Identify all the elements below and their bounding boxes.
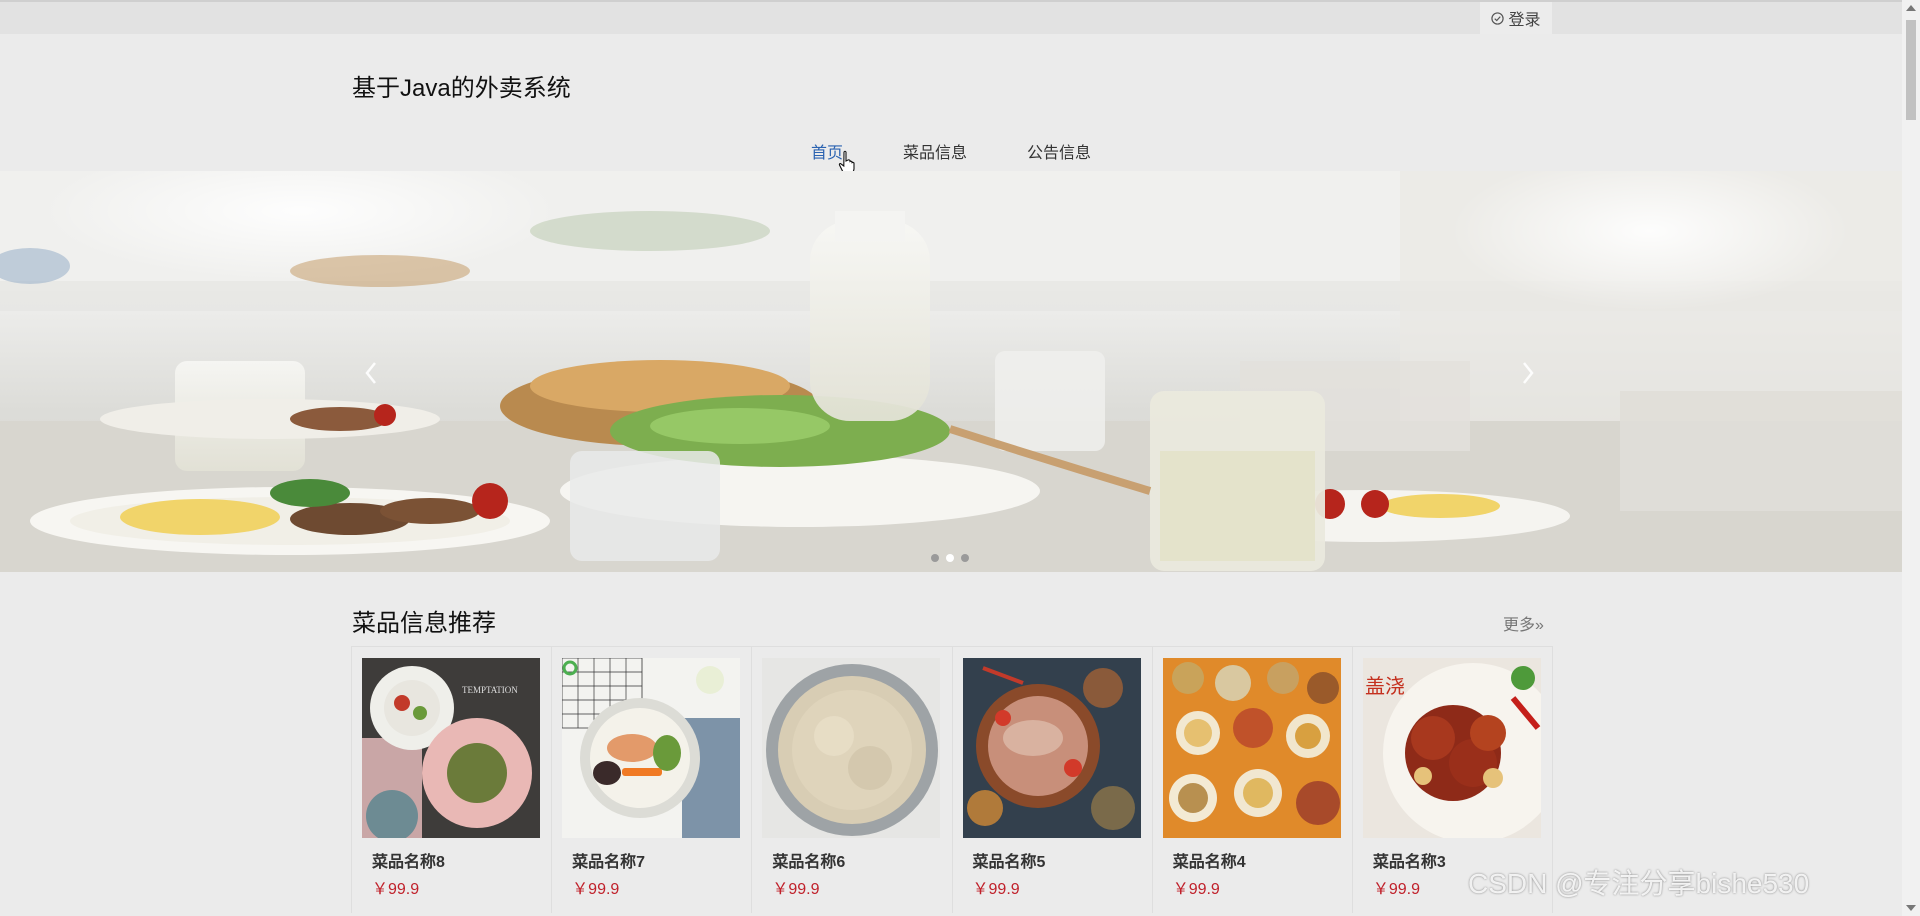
carousel-dot-3[interactable] (961, 554, 969, 562)
section-title: 菜品信息推荐 (352, 610, 496, 637)
carousel-prev-icon[interactable] (361, 359, 381, 387)
svg-text:盖浇: 盖浇 (1365, 674, 1405, 698)
dish-price: ￥99.9 (572, 881, 620, 898)
double-chevron-right-icon: » (1535, 617, 1544, 634)
site-header: 基于Java的外卖系统 首页 菜品信息 公告信息 (0, 34, 1902, 173)
carousel-dot-1[interactable] (931, 554, 939, 562)
scroll-up-icon[interactable] (1906, 5, 1916, 11)
dish-image: TEMPTATION (362, 658, 540, 838)
scroll-down-icon[interactable] (1906, 905, 1916, 911)
top-bar: 登录 (0, 0, 1902, 34)
nav-dish-info[interactable]: 菜品信息 (903, 139, 967, 163)
more-link[interactable]: 更多» (1503, 611, 1544, 635)
svg-text:TEMPTATION: TEMPTATION (462, 685, 518, 695)
dish-price: ￥99.9 (972, 881, 1020, 898)
dish-card[interactable]: 菜品名称7 ￥99.9 (552, 647, 753, 913)
main-nav: 首页 菜品信息 公告信息 (0, 137, 1902, 173)
dish-name: 菜品名称6 (772, 854, 846, 871)
hero-carousel[interactable] (0, 171, 1902, 572)
dish-price: ￥99.9 (1172, 881, 1220, 898)
nav-notice-info[interactable]: 公告信息 (1027, 139, 1091, 163)
login-button[interactable]: 登录 (1480, 2, 1552, 34)
login-label: 登录 (1508, 12, 1541, 29)
dish-card[interactable]: 菜品名称5 ￥99.9 (953, 647, 1153, 913)
banner-breakfast-table-image (0, 171, 1902, 572)
more-label: 更多 (1503, 617, 1536, 634)
watermark: CSDN @专注分享bishe530 (1468, 868, 1810, 899)
dish-name: 菜品名称7 (572, 854, 646, 871)
carousel-dot-2[interactable] (946, 554, 954, 562)
dish-card[interactable]: 菜品名称6 ￥99.9 (752, 647, 953, 913)
dish-card[interactable]: 菜品名称4 ￥99.9 (1153, 647, 1353, 913)
dish-card[interactable]: TEMPTATION 菜品名称8 ￥99.9 (352, 647, 553, 913)
scroll-thumb[interactable] (1906, 20, 1916, 120)
dish-image (962, 658, 1141, 838)
carousel-indicators (931, 554, 969, 562)
dish-price: ￥99.9 (372, 881, 420, 898)
site-title: 基于Java的外卖系统 (352, 75, 571, 102)
dish-name: 菜品名称8 (372, 854, 445, 871)
dish-image (562, 658, 741, 838)
dish-name: 菜品名称4 (1172, 854, 1246, 871)
dish-price: ￥99.9 (1372, 881, 1421, 898)
dish-name: 菜品名称5 (972, 854, 1046, 871)
check-circle-icon (1491, 11, 1505, 25)
dish-list: TEMPTATION 菜品名称8 ￥99.9 菜品名称7 ￥99.9 菜品名称6… (351, 646, 1553, 913)
dish-price: ￥99.9 (772, 881, 820, 898)
dish-image (1162, 658, 1341, 838)
page-scrollbar[interactable] (1902, 0, 1920, 916)
dish-image (762, 658, 941, 838)
carousel-next-icon[interactable] (1518, 359, 1538, 387)
dish-name: 菜品名称3 (1372, 854, 1446, 871)
dish-image: 盖浇 (1362, 658, 1541, 838)
